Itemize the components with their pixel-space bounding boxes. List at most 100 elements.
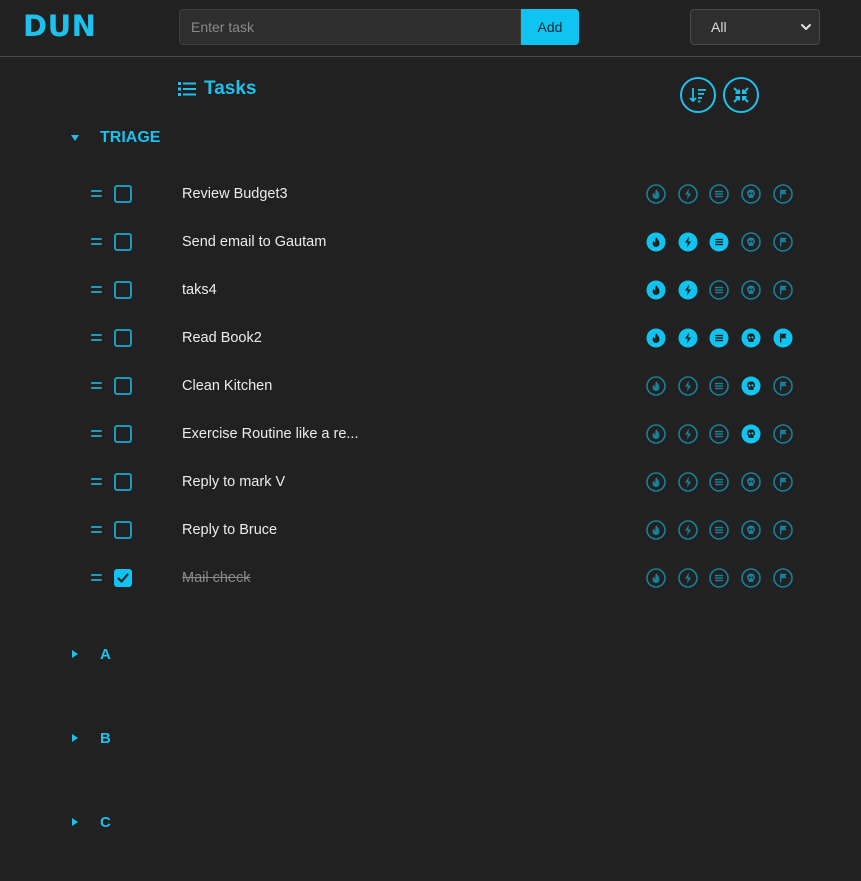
task-checkbox[interactable] xyxy=(114,569,132,587)
fire-icon[interactable] xyxy=(646,280,666,300)
sort-button[interactable] xyxy=(680,77,716,113)
flag-icon[interactable] xyxy=(773,280,793,300)
bolt-icon[interactable] xyxy=(678,328,698,348)
flag-icon[interactable] xyxy=(773,376,793,396)
list-icon[interactable] xyxy=(709,184,729,204)
bolt-icon[interactable] xyxy=(678,520,698,540)
task-input[interactable] xyxy=(179,9,521,45)
group-name: B xyxy=(100,730,111,747)
task-row: Read Book2 xyxy=(0,314,861,362)
skull-icon[interactable] xyxy=(741,568,761,588)
filter-selected-value: All xyxy=(711,19,727,35)
caret-right-icon xyxy=(72,818,78,826)
fire-icon[interactable] xyxy=(646,376,666,396)
drag-handle-icon[interactable] xyxy=(91,526,102,536)
list-icon[interactable] xyxy=(709,376,729,396)
group-name: A xyxy=(100,646,111,663)
task-checkbox[interactable] xyxy=(114,377,132,395)
task-text[interactable]: Read Book2 xyxy=(182,330,262,346)
skull-icon[interactable] xyxy=(741,472,761,492)
task-row: Mail check xyxy=(0,554,861,602)
flag-icon[interactable] xyxy=(773,232,793,252)
fire-icon[interactable] xyxy=(646,472,666,492)
drag-handle-icon[interactable] xyxy=(91,238,102,248)
collapse-all-button[interactable] xyxy=(723,77,759,113)
flag-icon[interactable] xyxy=(773,328,793,348)
task-row: Clean Kitchen xyxy=(0,362,861,410)
bolt-icon[interactable] xyxy=(678,472,698,492)
task-row: Reply to mark V xyxy=(0,458,861,506)
drag-handle-icon[interactable] xyxy=(91,574,102,584)
add-task-button[interactable]: Add xyxy=(521,9,579,45)
bolt-icon[interactable] xyxy=(678,232,698,252)
task-text[interactable]: Mail check xyxy=(182,570,251,586)
fire-icon[interactable] xyxy=(646,424,666,444)
drag-handle-icon[interactable] xyxy=(91,190,102,200)
tasks-title: Tasks xyxy=(204,78,257,99)
skull-icon[interactable] xyxy=(741,280,761,300)
list-icon[interactable] xyxy=(709,424,729,444)
task-text[interactable]: Send email to Gautam xyxy=(182,234,326,250)
task-checkbox[interactable] xyxy=(114,185,132,203)
flag-icon[interactable] xyxy=(773,568,793,588)
fire-icon[interactable] xyxy=(646,520,666,540)
skull-icon[interactable] xyxy=(741,376,761,396)
bolt-icon[interactable] xyxy=(678,568,698,588)
skull-icon[interactable] xyxy=(741,328,761,348)
flag-icon[interactable] xyxy=(773,472,793,492)
list-icon[interactable] xyxy=(709,232,729,252)
list-icon[interactable] xyxy=(709,280,729,300)
list-icon[interactable] xyxy=(709,568,729,588)
task-checkbox[interactable] xyxy=(114,233,132,251)
task-row: Review Budget3 xyxy=(0,170,861,218)
task-row: Send email to Gautam xyxy=(0,218,861,266)
task-checkbox[interactable] xyxy=(114,425,132,443)
list-icon[interactable] xyxy=(709,472,729,492)
flag-icon[interactable] xyxy=(773,520,793,540)
list-icon[interactable] xyxy=(709,328,729,348)
task-row: taks4 xyxy=(0,266,861,314)
group-name: TRIAGE xyxy=(100,129,161,146)
task-checkbox[interactable] xyxy=(114,473,132,491)
caret-down-icon xyxy=(71,135,79,141)
drag-handle-icon[interactable] xyxy=(91,286,102,296)
task-text[interactable]: Review Budget3 xyxy=(182,186,288,202)
task-checkbox[interactable] xyxy=(114,281,132,299)
sort-icon xyxy=(689,88,706,103)
task-text[interactable]: Clean Kitchen xyxy=(182,378,272,394)
skull-icon[interactable] xyxy=(741,424,761,444)
top-bar: DUN Add All xyxy=(0,0,861,57)
fire-icon[interactable] xyxy=(646,232,666,252)
compress-icon xyxy=(733,87,749,103)
skull-icon[interactable] xyxy=(741,232,761,252)
flag-icon[interactable] xyxy=(773,424,793,444)
skull-icon[interactable] xyxy=(741,184,761,204)
task-checkbox[interactable] xyxy=(114,329,132,347)
filter-select[interactable]: All xyxy=(690,9,820,45)
bolt-icon[interactable] xyxy=(678,424,698,444)
task-text[interactable]: taks4 xyxy=(182,282,217,298)
group-name: C xyxy=(100,814,111,831)
tasks-heading: Tasks xyxy=(178,78,256,100)
list-icon[interactable] xyxy=(709,520,729,540)
fire-icon[interactable] xyxy=(646,328,666,348)
chevron-down-icon xyxy=(801,24,811,30)
fire-icon[interactable] xyxy=(646,568,666,588)
caret-right-icon xyxy=(72,650,78,658)
task-text[interactable]: Reply to Bruce xyxy=(182,522,277,538)
bolt-icon[interactable] xyxy=(678,280,698,300)
drag-handle-icon[interactable] xyxy=(91,478,102,488)
drag-handle-icon[interactable] xyxy=(91,382,102,392)
drag-handle-icon[interactable] xyxy=(91,430,102,440)
drag-handle-icon[interactable] xyxy=(91,334,102,344)
task-text[interactable]: Exercise Routine like a re... xyxy=(182,426,359,442)
skull-icon[interactable] xyxy=(741,520,761,540)
fire-icon[interactable] xyxy=(646,184,666,204)
flag-icon[interactable] xyxy=(773,184,793,204)
task-checkbox[interactable] xyxy=(114,521,132,539)
check-icon xyxy=(117,573,129,583)
bolt-icon[interactable] xyxy=(678,376,698,396)
app-logo: DUN xyxy=(23,9,97,43)
task-text[interactable]: Reply to mark V xyxy=(182,474,285,490)
bolt-icon[interactable] xyxy=(678,184,698,204)
